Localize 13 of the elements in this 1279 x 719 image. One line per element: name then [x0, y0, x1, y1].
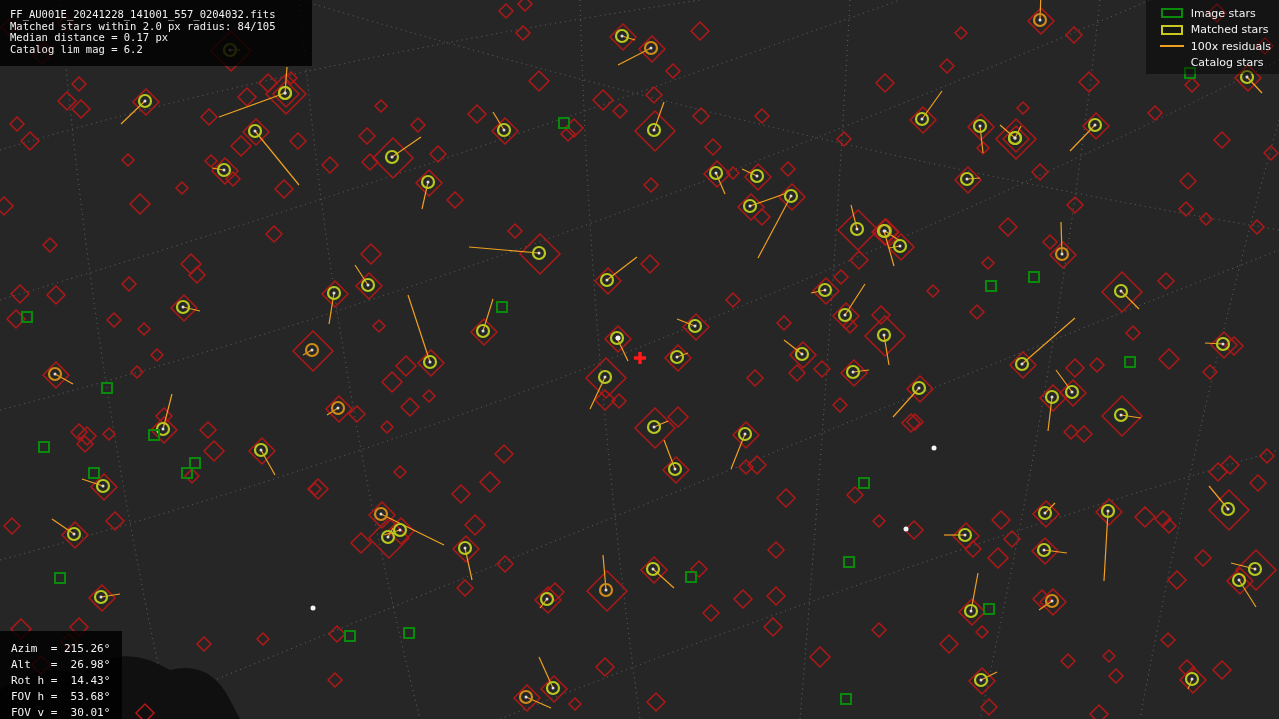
- pointing-text: FOV h = 53.68°: [11, 689, 112, 705]
- legend-label: Image stars: [1190, 6, 1256, 20]
- pointing-text: FOV v = 30.01°: [11, 705, 112, 719]
- info-text: Median distance = 0.17 px: [10, 32, 169, 44]
- info-text: Catalog lim mag = 6.2: [10, 43, 144, 55]
- info-text: Matched stars within 2.0 px radius: 84/105: [10, 20, 277, 32]
- legend-label: Catalog stars: [1190, 56, 1264, 70]
- pointing-text: Rot h = 14.43°: [11, 673, 112, 689]
- pointing-text: Alt = 26.98°: [11, 657, 112, 673]
- legend-label: Matched stars: [1190, 23, 1269, 37]
- pointing-text: Azim = 215.26°: [11, 641, 112, 657]
- legend-label: 100x residuals: [1190, 39, 1271, 53]
- info-text: FF_AU001E_20241228_141001_557_0204032.fits: [10, 9, 277, 21]
